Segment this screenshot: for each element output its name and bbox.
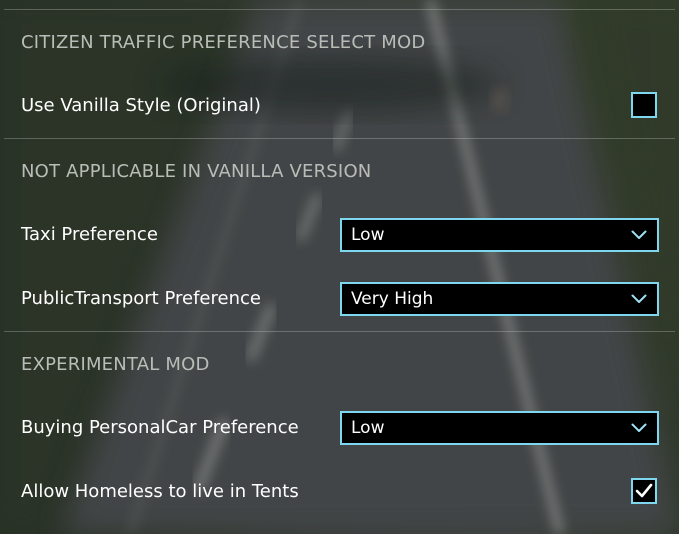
setting-row-use-vanilla: Use Vanilla Style (Original) <box>0 88 679 124</box>
section-divider <box>4 138 675 139</box>
buying-personal-car-preference-dropdown[interactable]: Low <box>340 411 659 445</box>
setting-row-taxi: Taxi Preference Low <box>0 217 679 253</box>
section-header-not-applicable: NOT APPLICABLE IN VANILLA VERSION <box>21 161 372 182</box>
checkmark-icon <box>635 483 653 498</box>
taxi-preference-label: Taxi Preference <box>21 224 158 245</box>
chevron-down-icon <box>631 230 647 239</box>
taxi-preference-dropdown[interactable]: Low <box>340 218 659 252</box>
setting-row-homeless-tents: Allow Homeless to live in Tents <box>0 474 679 510</box>
public-transport-preference-value: Very High <box>351 289 434 309</box>
use-vanilla-label: Use Vanilla Style (Original) <box>21 95 261 116</box>
taxi-preference-value: Low <box>351 225 385 245</box>
homeless-tents-label: Allow Homeless to live in Tents <box>21 481 299 502</box>
public-transport-preference-dropdown[interactable]: Very High <box>340 282 659 316</box>
buying-personal-car-preference-value: Low <box>351 418 385 438</box>
section-header-citizen-traffic: CITIZEN TRAFFIC PREFERENCE SELECT MOD <box>21 32 426 53</box>
setting-row-public-transport: PublicTransport Preference Very High <box>0 281 679 317</box>
chevron-down-icon <box>631 423 647 432</box>
section-divider <box>4 9 675 10</box>
section-header-experimental: EXPERIMENTAL MOD <box>21 354 210 375</box>
buying-personal-car-preference-label: Buying PersonalCar Preference <box>21 417 299 438</box>
section-divider <box>4 331 675 332</box>
public-transport-preference-label: PublicTransport Preference <box>21 288 261 309</box>
mod-settings-panel: CITIZEN TRAFFIC PREFERENCE SELECT MOD Us… <box>0 0 679 534</box>
homeless-tents-checkbox[interactable] <box>631 478 657 504</box>
setting-row-buying-personal-car: Buying PersonalCar Preference Low <box>0 410 679 446</box>
use-vanilla-checkbox[interactable] <box>631 92 657 118</box>
chevron-down-icon <box>631 294 647 303</box>
